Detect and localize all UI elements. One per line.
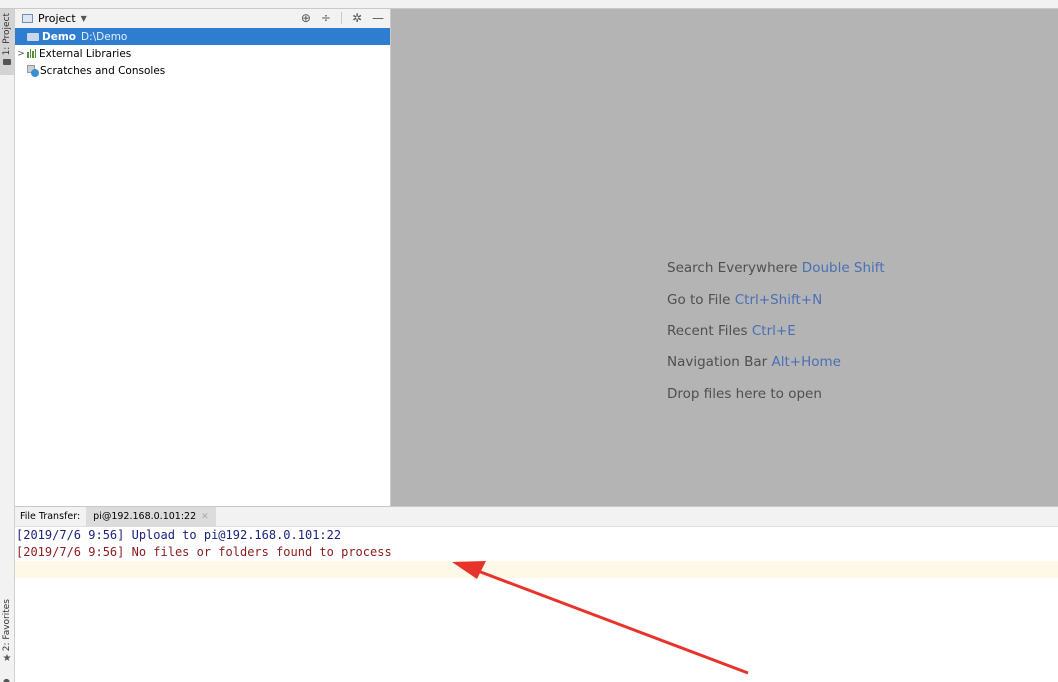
hint-shortcut: Ctrl+Shift+N xyxy=(734,292,823,308)
tab-remote-host[interactable]: pi@192.168.0.101:22 ✕ xyxy=(86,506,216,527)
editor-empty-area[interactable]: Search Everywhere Double Shift Go to Fil… xyxy=(391,9,1058,506)
tree-item-external-libraries[interactable]: > External Libraries xyxy=(15,45,390,62)
tree-item-demo[interactable]: Demo D:\Demo xyxy=(15,28,390,45)
project-view-icon xyxy=(22,14,33,23)
project-panel-header: Project ▼ ⊕ ÷ ✲ — xyxy=(15,9,390,28)
hide-panel-icon[interactable]: — xyxy=(372,11,384,25)
folder-icon xyxy=(27,32,39,41)
hint-shortcut: Double Shift xyxy=(801,260,885,276)
project-panel: Project ▼ ⊕ ÷ ✲ — Demo D:\Demo > Externa… xyxy=(15,9,391,506)
toolbar-separator xyxy=(340,12,342,24)
hint-shortcut: Ctrl+E xyxy=(751,323,796,339)
star-icon: ★ xyxy=(2,653,12,665)
library-icon xyxy=(27,49,36,58)
close-icon[interactable]: ✕ xyxy=(201,512,209,522)
tab-label: pi@192.168.0.101:22 xyxy=(93,511,197,522)
log-line: [2019/7/6 9:56] Upload to pi@192.168.0.1… xyxy=(16,528,342,542)
favorites-tool-tab-label: 2: Favorites xyxy=(2,599,12,652)
log-line: [2019/7/6 9:56] No files or folders foun… xyxy=(16,545,392,559)
gear-icon[interactable]: ✲ xyxy=(352,11,362,25)
hint-shortcut: Alt+Home xyxy=(771,354,841,370)
project-view-selector[interactable]: Project xyxy=(38,12,76,25)
chevron-down-icon[interactable]: ▼ xyxy=(81,14,87,23)
folder-icon xyxy=(3,59,11,66)
hint-label: Go to File xyxy=(667,292,731,308)
tree-item-label: Scratches and Consoles xyxy=(40,64,166,77)
hint-label: Search Everywhere xyxy=(667,260,798,276)
tree-item-path: D:\Demo xyxy=(81,30,128,43)
structure-tab-icon[interactable]: ● xyxy=(3,677,10,682)
hint-label: Recent Files xyxy=(667,323,748,339)
caret-line xyxy=(15,561,1058,578)
hint-label: Navigation Bar xyxy=(667,354,768,370)
locate-icon[interactable]: ⊕ xyxy=(301,11,311,25)
favorites-tool-tab[interactable]: 2: Favorites ★ xyxy=(0,599,14,671)
hint-drop-files: Drop files here to open xyxy=(667,386,822,402)
collapse-all-icon[interactable]: ÷ xyxy=(321,11,331,25)
ide-window: 1: Project 2: Favorites ★ ● Project ▼ ⊕ … xyxy=(0,0,1058,682)
hint-go-to-file: Go to File Ctrl+Shift+N xyxy=(667,292,822,308)
left-tool-stripe: 1: Project 2: Favorites ★ ● xyxy=(0,9,15,682)
panel-header-tools: ⊕ ÷ ✲ — xyxy=(301,11,384,25)
tree-item-scratches[interactable]: Scratches and Consoles xyxy=(15,62,390,79)
hint-search-everywhere: Search Everywhere Double Shift xyxy=(667,260,885,276)
tree-item-label: Demo xyxy=(42,30,76,43)
window-top-border xyxy=(0,0,1058,9)
project-tool-tab-label: 1: Project xyxy=(2,13,12,56)
tree-item-label: External Libraries xyxy=(39,47,132,60)
hint-label: Drop files here to open xyxy=(667,386,822,402)
project-tool-tab[interactable]: 1: Project xyxy=(0,9,14,75)
hint-recent-files: Recent Files Ctrl+E xyxy=(667,323,796,339)
chevron-right-icon[interactable]: > xyxy=(15,49,27,59)
file-transfer-label: File Transfer: xyxy=(20,511,81,522)
transfer-log[interactable]: [2019/7/6 9:56] Upload to pi@192.168.0.1… xyxy=(15,527,1058,578)
file-transfer-panel: File Transfer: pi@192.168.0.101:22 ✕ [20… xyxy=(15,506,1058,682)
hint-navigation-bar: Navigation Bar Alt+Home xyxy=(667,354,841,370)
file-transfer-tabs: File Transfer: pi@192.168.0.101:22 ✕ xyxy=(15,506,1058,527)
scratches-icon xyxy=(27,65,39,77)
